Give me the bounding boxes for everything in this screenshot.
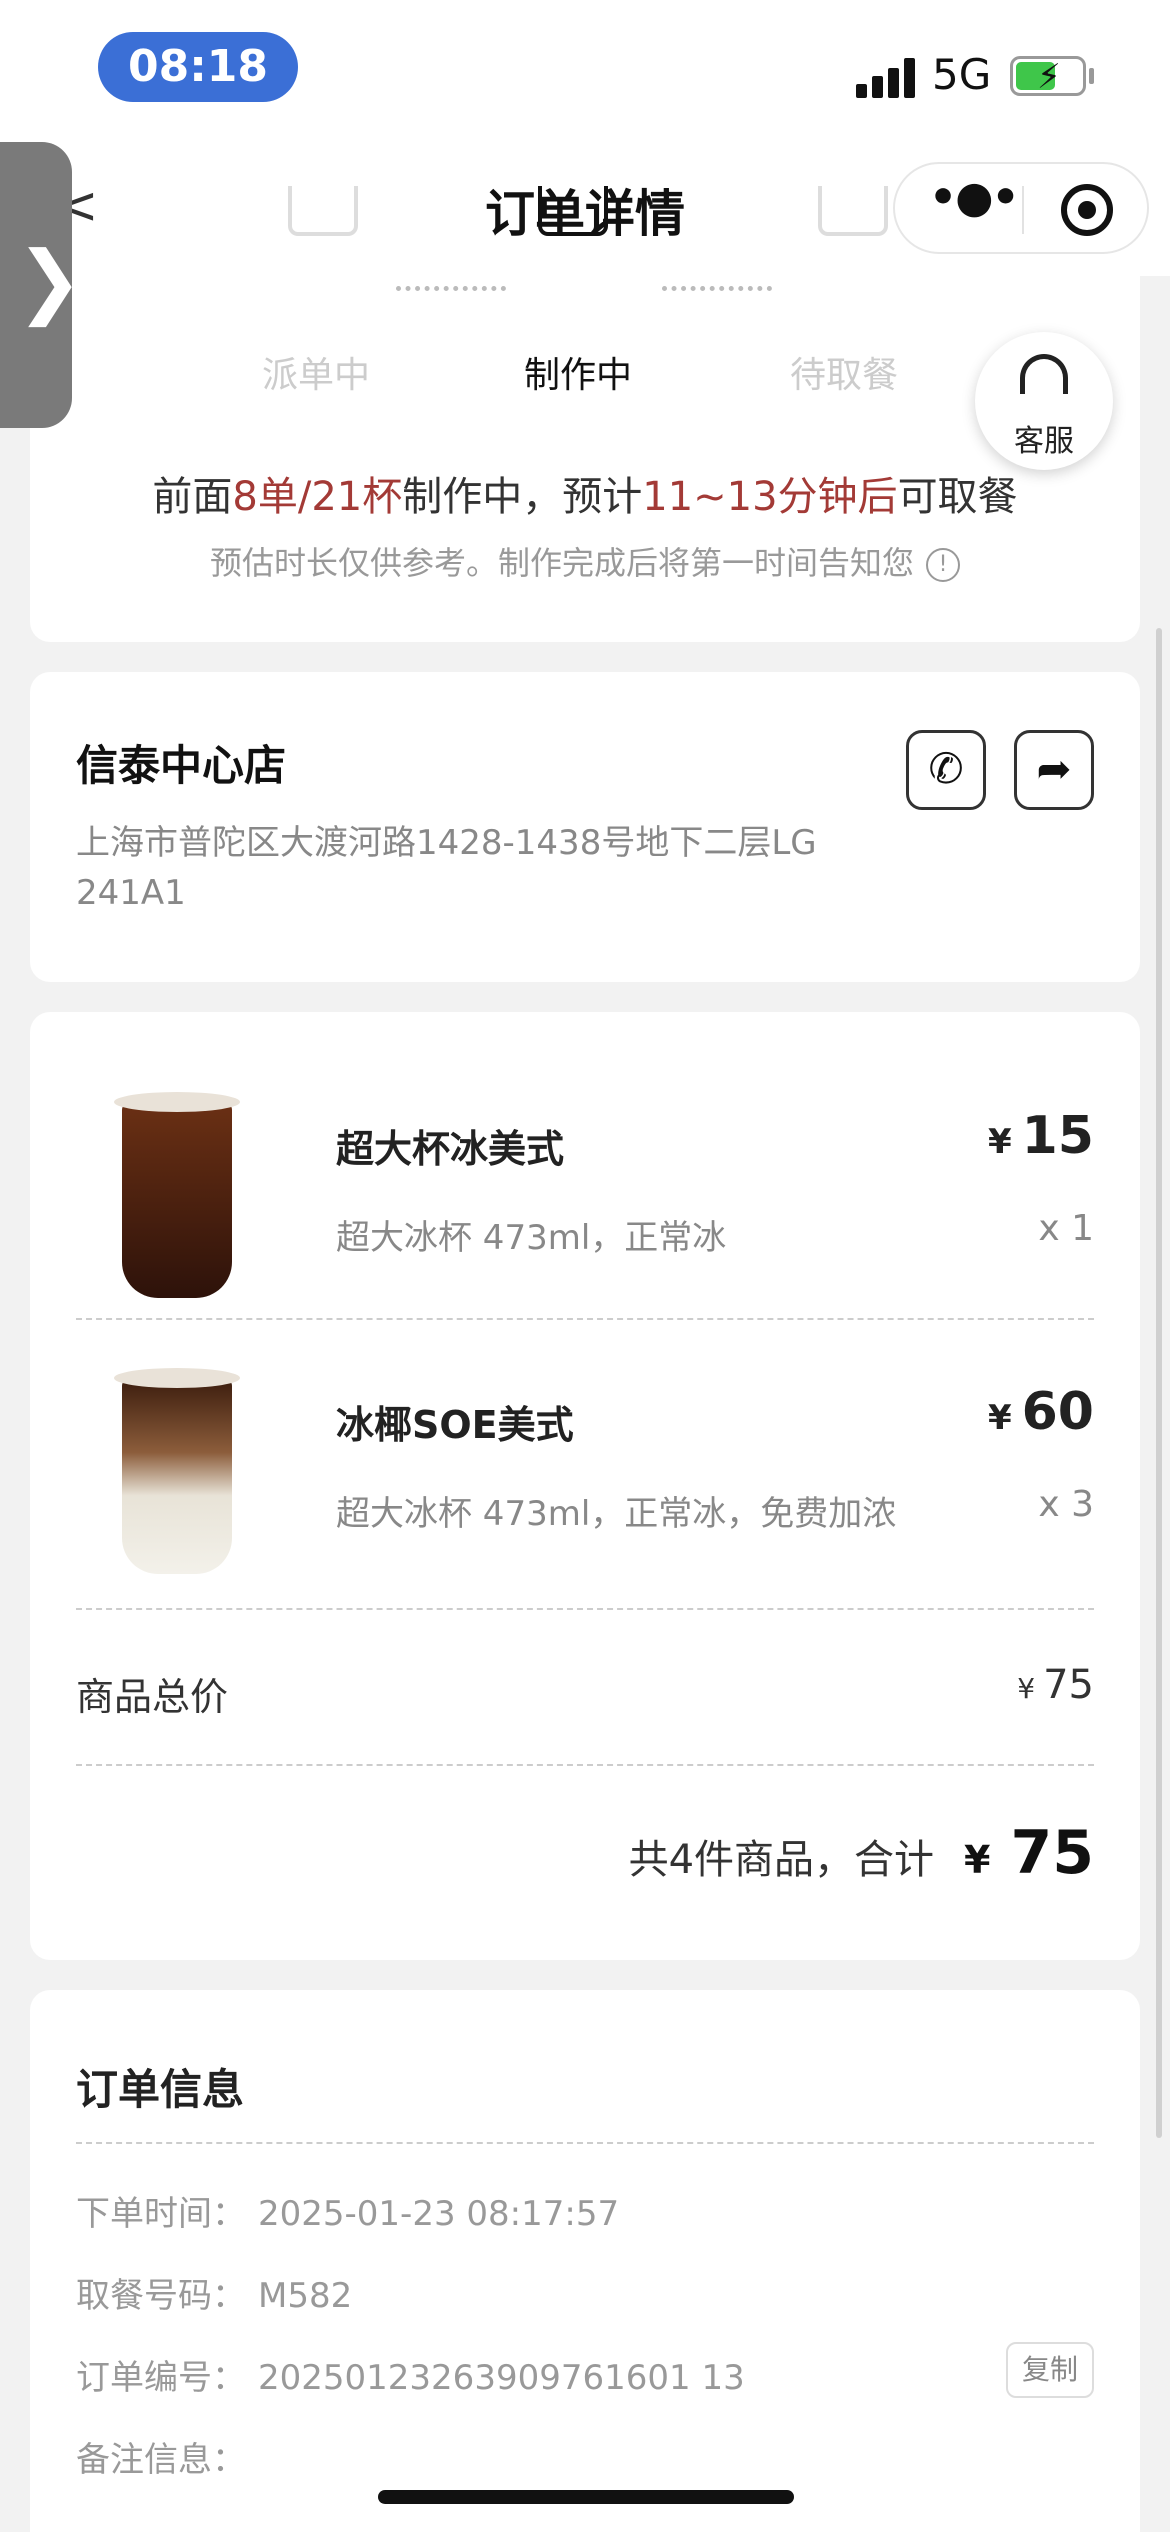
currency-symbol: ¥ bbox=[987, 1398, 1012, 1438]
order-time-label: 下单时间： bbox=[76, 2194, 246, 2234]
item-name: 冰椰SOE美式 bbox=[336, 1403, 574, 1447]
divider bbox=[76, 2142, 1094, 2144]
chevron-right-icon: ❯ bbox=[16, 234, 84, 327]
battery-tip bbox=[1089, 68, 1094, 84]
info-icon[interactable]: ! bbox=[926, 548, 960, 582]
list-item: 冰椰SOE美式 超大冰杯 473ml，正常冰，免费加浓 ¥60 x 3 bbox=[30, 1358, 1140, 1634]
total-amount: 75 bbox=[1010, 1818, 1095, 1888]
queue-suffix: 可取餐 bbox=[897, 474, 1018, 520]
battery-icon: ⚡ bbox=[1010, 56, 1086, 96]
item-spec: 超大冰杯 473ml，正常冰，免费加浓 bbox=[336, 1494, 897, 1534]
step-dispatch: 派单中 bbox=[261, 355, 370, 396]
copy-button[interactable]: 复制 bbox=[1006, 2342, 1094, 2398]
order-number-row: 订单编号： 20250123263909761601 13 bbox=[76, 2350, 745, 2399]
queue-eta: 11~13分钟后 bbox=[642, 474, 898, 520]
phone-icon[interactable]: ✆ bbox=[906, 730, 986, 810]
subtotal-value: ¥75 bbox=[1017, 1662, 1094, 1708]
queue-status: 前面8单/21杯制作中，预计11~13分钟后可取餐 bbox=[30, 464, 1140, 522]
item-qty: x 3 bbox=[1038, 1484, 1094, 1525]
pickup-code-row: 取餐号码： M582 bbox=[76, 2268, 352, 2317]
item-spec: 超大冰杯 473ml，正常冰 bbox=[336, 1218, 727, 1258]
headset-icon bbox=[1020, 354, 1068, 394]
store-card: 信泰中心店 上海市普陀区大渡河路1428-1438号地下二层LG 241A1 ✆… bbox=[30, 672, 1140, 982]
product-image bbox=[114, 1368, 240, 1574]
order-info-card: 订单信息 下单时间： 2025-01-23 08:17:57 取餐号码： M582 … bbox=[30, 1990, 1140, 2532]
store-name: 信泰中心店 bbox=[76, 741, 287, 790]
home-indicator[interactable] bbox=[378, 2490, 794, 2504]
item-qty: x 1 bbox=[1038, 1208, 1094, 1249]
step-connector bbox=[662, 286, 772, 291]
store-address: 上海市普陀区大渡河路1428-1438号地下二层LG 241A1 bbox=[76, 823, 817, 913]
order-time-row: 下单时间： 2025-01-23 08:17:57 bbox=[76, 2186, 619, 2235]
queue-prefix: 前面 bbox=[152, 474, 233, 520]
step-pickup: 待取餐 bbox=[789, 355, 898, 396]
total-line: 共4件商品，合计 ¥75 bbox=[629, 1818, 1094, 1888]
network-type: 5G bbox=[932, 50, 992, 99]
queue-mid: 制作中，预计 bbox=[402, 474, 643, 520]
divider bbox=[76, 1318, 1094, 1320]
progress-card: 派单中 制作中 待取餐 前面8单/21杯制作中，预计11~13分钟后可取餐 预估… bbox=[30, 186, 1140, 642]
currency-symbol: ¥ bbox=[1017, 1672, 1036, 1705]
items-card: 超大杯冰美式 超大冰杯 473ml，正常冰 ¥15 x 1 冰椰SOE美式 超大… bbox=[30, 1012, 1140, 1960]
item-price: ¥60 bbox=[988, 1382, 1094, 1442]
pickup-icon bbox=[818, 186, 888, 236]
remarks-label: 备注信息： bbox=[76, 2440, 246, 2480]
status-time: 08:18 bbox=[98, 32, 298, 102]
currency-symbol: ¥ bbox=[964, 1838, 991, 1882]
order-info-title: 订单信息 bbox=[76, 2065, 245, 2114]
divider bbox=[76, 1764, 1094, 1766]
status-bar: 08:18 5G ⚡ bbox=[0, 0, 1170, 140]
divider bbox=[76, 1608, 1094, 1610]
item-price-value: 60 bbox=[1021, 1382, 1094, 1442]
item-name: 超大杯冰美式 bbox=[336, 1127, 565, 1171]
dispatch-icon bbox=[288, 186, 358, 236]
estimate-note-text: 预估时长仅供参考。制作完成后将第一时间告知您 bbox=[209, 544, 914, 582]
scrollbar[interactable] bbox=[1156, 628, 1162, 2138]
pickup-code-label: 取餐号码： bbox=[76, 2276, 246, 2316]
pickup-code-value: M582 bbox=[258, 2276, 353, 2316]
item-price: ¥15 bbox=[988, 1106, 1094, 1166]
order-number-label: 订单编号： bbox=[76, 2358, 246, 2398]
currency-symbol: ¥ bbox=[987, 1122, 1012, 1162]
making-icon bbox=[538, 186, 608, 236]
order-time-value: 2025-01-23 08:17:57 bbox=[258, 2194, 620, 2234]
remarks-row: 备注信息： bbox=[76, 2432, 258, 2481]
total-text: 共4件商品，合计 bbox=[628, 1837, 935, 1883]
item-price-value: 15 bbox=[1021, 1106, 1094, 1166]
step-connector bbox=[396, 286, 506, 291]
order-detail-page: 08:18 5G ⚡ < 订单详情 •●• 派单中 制作中 待取餐 前面8单/2… bbox=[0, 0, 1170, 2532]
step-making: 制作中 bbox=[523, 355, 632, 396]
list-item: 超大杯冰美式 超大冰杯 473ml，正常冰 ¥15 x 1 bbox=[30, 1082, 1140, 1358]
subtotal-label: 商品总价 bbox=[76, 1675, 229, 1719]
order-number-value: 20250123263909761601 13 bbox=[258, 2358, 745, 2398]
subtotal-amount: 75 bbox=[1043, 1662, 1094, 1708]
navigate-icon[interactable]: ➦ bbox=[1014, 730, 1094, 810]
signal-icon bbox=[856, 58, 918, 98]
side-drawer-handle[interactable]: ❯ bbox=[0, 142, 83, 428]
queue-count: 8单/21杯 bbox=[232, 474, 403, 520]
customer-service-button[interactable]: 客服 bbox=[975, 332, 1113, 470]
product-image bbox=[114, 1092, 240, 1298]
customer-service-label: 客服 bbox=[1014, 424, 1074, 459]
estimate-note: 预估时长仅供参考。制作完成后将第一时间告知您! bbox=[30, 538, 1140, 584]
